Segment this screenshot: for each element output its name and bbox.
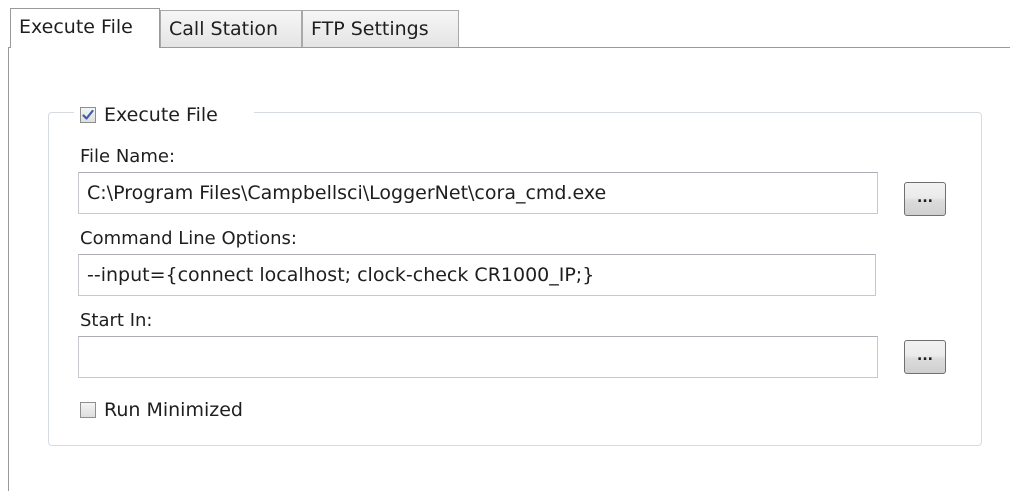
tab-page — [8, 47, 1010, 491]
tab-call-station[interactable]: Call Station — [160, 10, 302, 48]
execute-file-dialog: Execute File Call Station FTP Settings E… — [0, 0, 1010, 491]
tab-execute-file[interactable]: Execute File — [10, 8, 160, 48]
tab-ftp-settings[interactable]: FTP Settings — [302, 10, 459, 48]
